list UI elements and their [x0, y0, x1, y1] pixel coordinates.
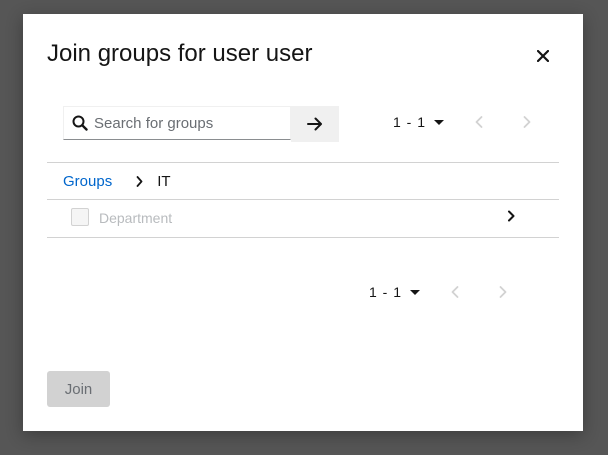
- dialog-title: Join groups for user user: [47, 40, 313, 67]
- pagination-top-prev-button[interactable]: [467, 110, 491, 134]
- divider: [47, 237, 559, 238]
- pagination-range: 1 - 1: [369, 284, 403, 300]
- join-button[interactable]: Join: [47, 371, 110, 407]
- breadcrumb: Groups IT: [63, 170, 171, 192]
- close-button[interactable]: [531, 44, 555, 68]
- breadcrumb-separator: [136, 175, 143, 187]
- chevron-right-icon: [523, 116, 531, 128]
- search-submit-button[interactable]: [291, 106, 339, 142]
- close-icon: [537, 50, 549, 62]
- group-name: Department: [99, 210, 173, 226]
- group-row[interactable]: Department: [47, 200, 559, 237]
- chevron-right-icon: [499, 286, 507, 298]
- search-input[interactable]: [94, 107, 284, 139]
- breadcrumb-current: IT: [157, 172, 171, 190]
- caret-down-icon: [434, 119, 445, 125]
- chevron-right-icon[interactable]: [503, 208, 519, 224]
- chevron-right-icon: [136, 175, 143, 187]
- pagination-bottom-toggle[interactable]: 1 - 1: [369, 276, 421, 308]
- caret-down-icon: [410, 289, 421, 295]
- toolbar: 1 - 1: [63, 106, 563, 142]
- arrow-right-icon: [307, 117, 322, 131]
- group-checkbox[interactable]: [71, 208, 89, 226]
- search-box: [63, 106, 291, 140]
- chevron-left-icon: [475, 116, 483, 128]
- pagination-top-toggle[interactable]: 1 - 1: [393, 106, 445, 138]
- breadcrumb-groups-link[interactable]: Groups: [63, 173, 112, 190]
- pagination-bottom-prev-button[interactable]: [443, 280, 467, 304]
- search-icon: [72, 115, 88, 131]
- pagination-range: 1 - 1: [393, 114, 427, 130]
- pagination-top-next-button[interactable]: [515, 110, 539, 134]
- join-groups-dialog: Join groups for user user 1 - 1: [23, 14, 583, 431]
- chevron-left-icon: [451, 286, 459, 298]
- pagination-bottom-next-button[interactable]: [491, 280, 515, 304]
- divider: [47, 162, 559, 163]
